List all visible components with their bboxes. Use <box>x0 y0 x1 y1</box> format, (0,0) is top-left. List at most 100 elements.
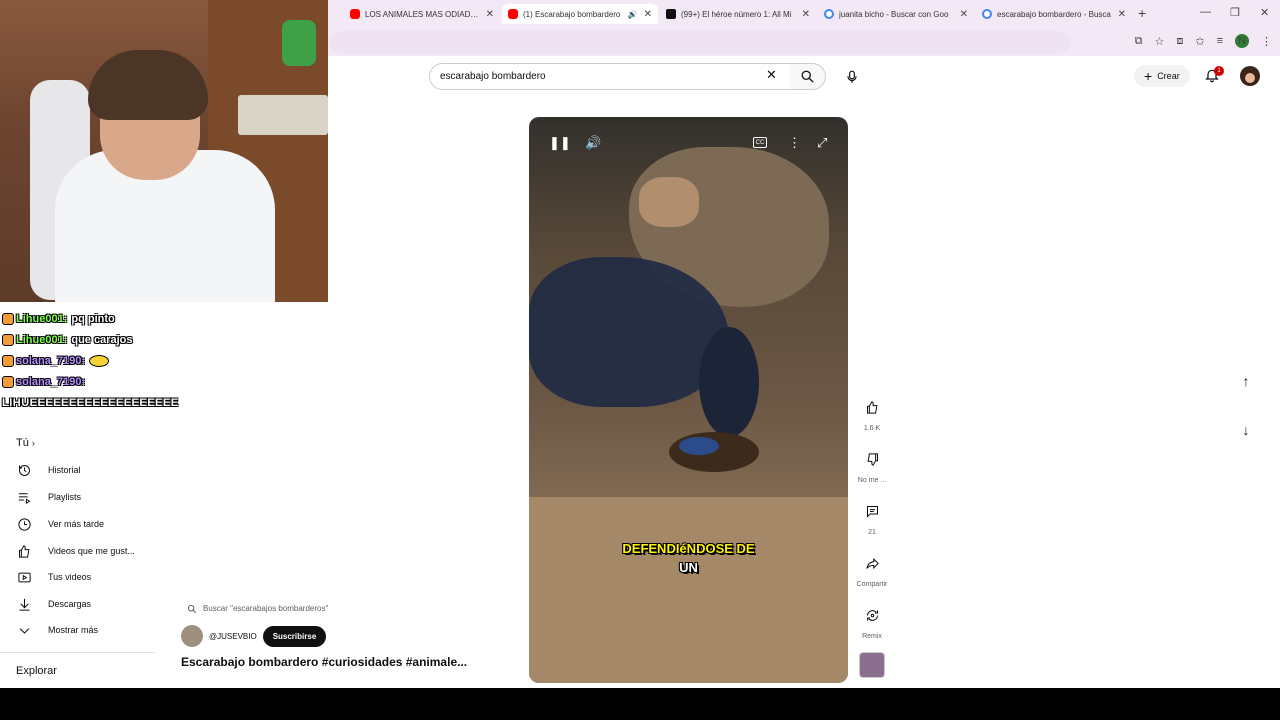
comments-button[interactable] <box>856 495 888 527</box>
chat-badge-icon <box>2 333 14 346</box>
microphone-icon <box>847 70 857 83</box>
related-search-chip[interactable]: Buscar "escarabajos bombarderos" <box>181 600 361 617</box>
google-icon <box>824 9 834 19</box>
chat-badge-icon <box>2 375 14 388</box>
like-button[interactable] <box>856 391 888 423</box>
watch-later-icon <box>16 516 32 532</box>
account-avatar[interactable] <box>1240 66 1260 86</box>
create-button[interactable]: + Crear <box>1134 65 1190 87</box>
browser-menu-icon[interactable]: ⋮ <box>1261 35 1272 48</box>
shorts-video-player[interactable]: ❚❚ 🔊 CC ⋮ ⤢ DEFENDIéNDOSE DE UN <box>529 117 848 683</box>
arrow-down-icon: ↓ <box>1242 422 1250 438</box>
sidebar-section-you[interactable]: Tú › <box>16 437 35 449</box>
tab-animales-odiados[interactable]: LOS ANIMALES MAS ODIADOS ✕ <box>344 4 500 24</box>
restore-icon[interactable]: ❐ <box>1230 6 1240 19</box>
video-scene-stone <box>639 177 699 227</box>
new-tab-button[interactable]: + <box>1138 5 1146 21</box>
share-icon <box>865 557 879 569</box>
sidebar-item-mostrar-mas[interactable]: Mostrar más <box>16 620 98 640</box>
chat-shout-message: LIHUEEEEEEEEEEEEEEEEEEE <box>2 396 179 409</box>
channel-row: @JUSEVBIO Suscribirse <box>181 625 327 647</box>
search-icon <box>187 604 197 613</box>
plus-icon: + <box>1144 68 1153 84</box>
video-caption: DEFENDIéNDOSE DE UN <box>622 541 755 575</box>
tab-escarabajo-busca[interactable]: escarabajo bombardero - Busca ✕ <box>976 4 1132 24</box>
chat-badge-icon <box>2 354 14 367</box>
media-control-icon[interactable]: ≡ <box>1217 35 1223 47</box>
video-scene-ground <box>529 497 848 683</box>
voice-search-button[interactable] <box>838 63 866 90</box>
close-icon[interactable]: ✕ <box>802 9 810 20</box>
speaker-icon[interactable]: 🔊 <box>628 10 638 19</box>
clear-search-icon[interactable]: ✕ <box>766 67 777 83</box>
video-scene-tail <box>699 327 759 437</box>
close-icon[interactable]: ✕ <box>1118 9 1126 20</box>
channel-avatar[interactable] <box>181 625 203 647</box>
dislike-action[interactable]: No me ... <box>854 443 890 484</box>
chevron-down-icon <box>16 622 32 638</box>
bookmark-star-icon[interactable]: ☆ <box>1154 35 1164 48</box>
thumbs-down-icon <box>867 452 878 466</box>
remix-action[interactable]: Remix <box>854 599 890 640</box>
short-title[interactable]: Escarabajo bombardero #curiosidades #ani… <box>181 655 467 669</box>
playlist-icon <box>16 489 32 505</box>
chat-message: solana_7190: <box>2 371 172 392</box>
sidebar-item-historial[interactable]: Historial <box>16 460 81 480</box>
chevron-right-icon: › <box>31 438 35 448</box>
close-icon[interactable]: ✕ <box>486 9 494 20</box>
emote-icon <box>89 354 110 367</box>
sidebar-item-playlists[interactable]: Playlists <box>16 487 81 507</box>
toolbar-icons: ⧉ ☆ ⧈ ✩ ≡ N ⋮ <box>1135 34 1272 48</box>
extensions-icon[interactable]: ⧈ <box>1176 35 1183 48</box>
sidebar-item-tus-videos[interactable]: Tus videos <box>16 567 91 587</box>
subscribe-button[interactable]: Suscribirse <box>262 625 327 647</box>
search-icon <box>801 70 814 83</box>
minimize-icon[interactable]: — <box>1200 6 1211 18</box>
webcam-toy <box>282 20 316 66</box>
fullscreen-icon[interactable]: ⤢ <box>817 135 827 151</box>
sidebar-item-videos-que-me-gustan[interactable]: Videos que me gust... <box>16 541 135 561</box>
sound-thumbnail[interactable] <box>859 652 885 678</box>
like-icon <box>16 543 32 559</box>
arrow-up-icon: ↑ <box>1242 373 1250 389</box>
sidebar-divider <box>0 652 156 653</box>
comment-icon <box>866 505 878 518</box>
dislike-button[interactable] <box>856 443 888 475</box>
remix-button[interactable] <box>856 599 888 631</box>
google-icon <box>982 9 992 19</box>
share-action[interactable]: Compartir <box>854 547 890 588</box>
youtube-icon <box>508 9 518 19</box>
captions-icon[interactable]: CC <box>753 137 767 148</box>
thumbs-up-icon <box>866 400 877 414</box>
next-short-button[interactable]: ↓ <box>1230 414 1262 446</box>
install-app-icon[interactable]: ⧉ <box>1135 35 1143 48</box>
tab-juanita-bicho[interactable]: juanita bicho - Buscar con Goo ✕ <box>818 4 974 24</box>
comments-action[interactable]: 21 <box>854 495 890 536</box>
taskbar <box>0 688 1280 720</box>
window-close-icon[interactable]: ✕ <box>1260 6 1269 19</box>
tiktok-icon <box>666 9 676 19</box>
search-input[interactable]: escarabajo bombardero <box>429 63 791 90</box>
share-button[interactable] <box>856 547 888 579</box>
more-options-icon[interactable]: ⋮ <box>788 135 801 151</box>
chat-badge-icon <box>2 312 14 325</box>
sidebar-item-descargas[interactable]: Descargas <box>16 594 91 614</box>
address-field[interactable] <box>330 31 1070 53</box>
volume-icon[interactable]: 🔊 <box>585 135 601 151</box>
webcam-shelf <box>238 95 328 135</box>
previous-short-button[interactable]: ↑ <box>1230 365 1262 397</box>
close-icon[interactable]: ✕ <box>960 9 968 20</box>
channel-name[interactable]: @JUSEVBIO <box>209 632 257 641</box>
favorites-icon[interactable]: ✩ <box>1195 35 1204 48</box>
sidebar-section-explorar[interactable]: Explorar <box>16 665 57 677</box>
pause-icon[interactable]: ❚❚ <box>549 135 571 151</box>
like-action[interactable]: 1.6 K <box>854 391 890 432</box>
search-button[interactable] <box>790 63 826 90</box>
tab-escarabajo-bombardero[interactable]: (1) Escarabajo bombardero 🔊 ✕ <box>502 4 658 24</box>
remix-icon <box>866 609 878 621</box>
video-scene-beetle <box>669 432 759 472</box>
sidebar-item-ver-mas-tarde[interactable]: Ver más tarde <box>16 514 104 534</box>
tab-heroe-numero-1[interactable]: (99+) El héroe número 1: All Mi ✕ <box>660 4 816 24</box>
close-icon[interactable]: ✕ <box>644 9 652 20</box>
profile-avatar[interactable]: N <box>1235 34 1249 48</box>
